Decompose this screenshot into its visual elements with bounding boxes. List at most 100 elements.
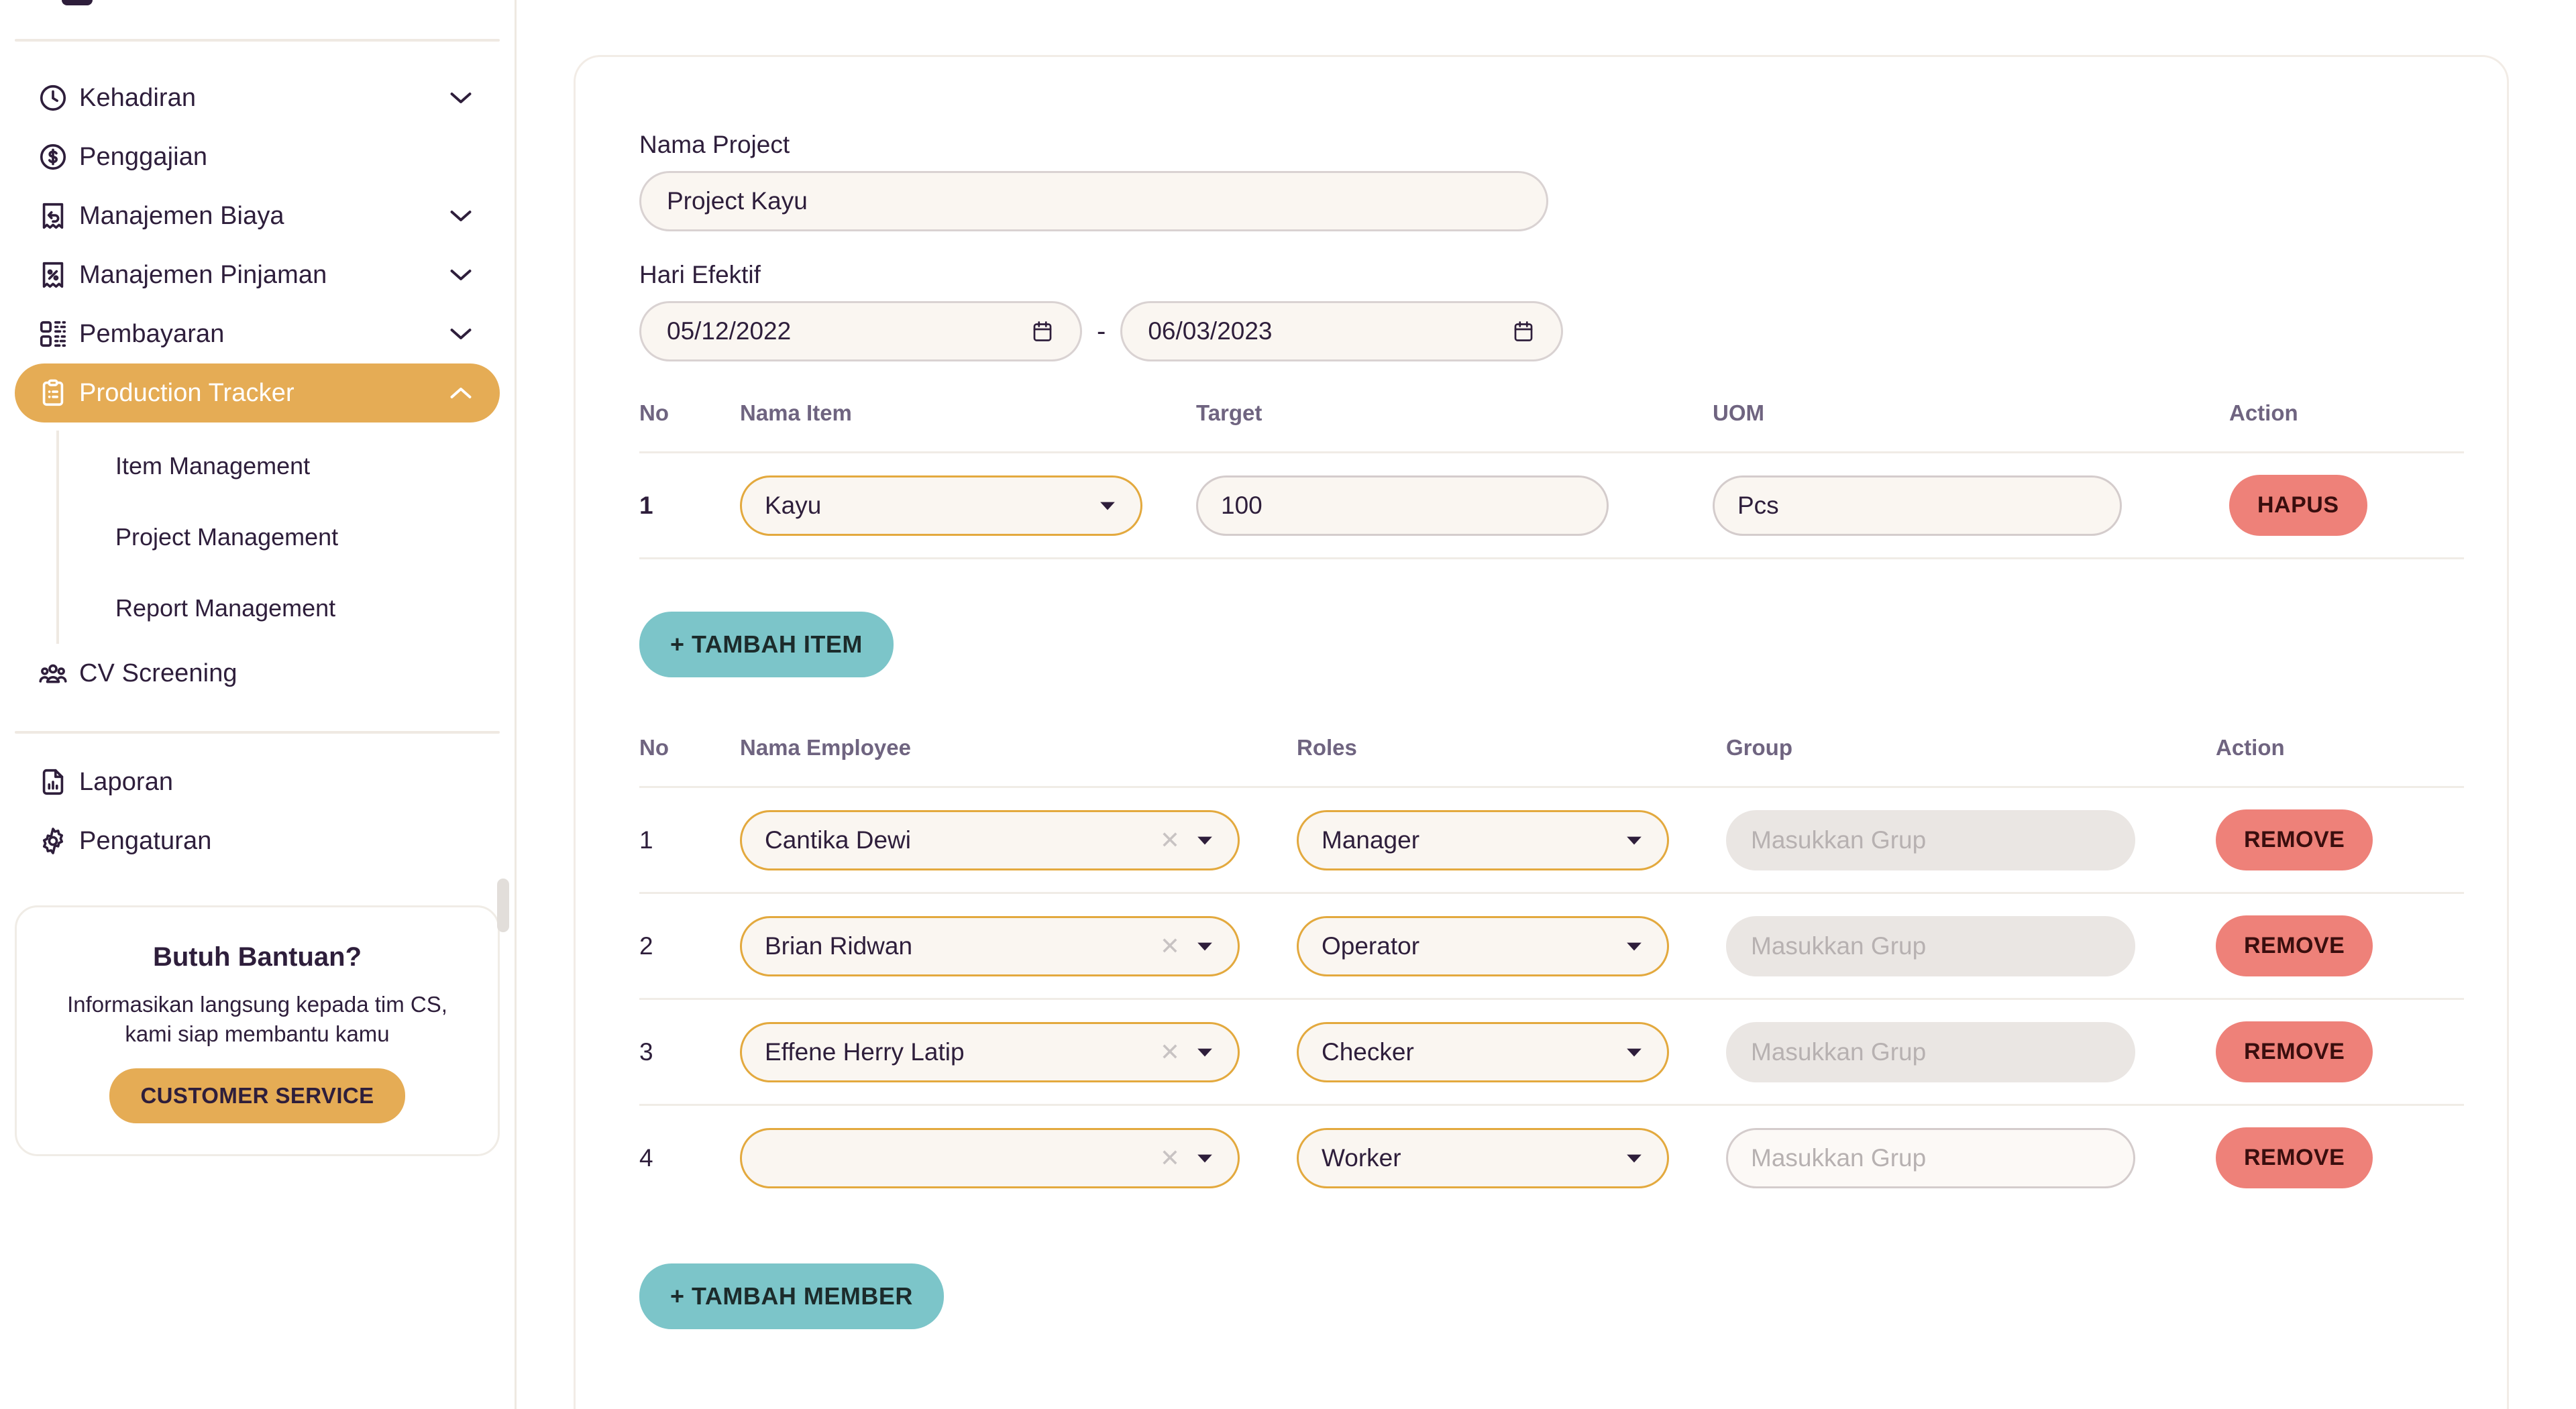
sidebar-item-pembayaran[interactable]: Pembayaran [15, 304, 500, 363]
sidebar-item-label: Kehadiran [79, 83, 197, 112]
items-col-target: Target [1196, 400, 1263, 425]
member-employee-select[interactable]: ✕ [740, 1127, 1240, 1188]
chevron-down-icon[interactable] [1624, 936, 1644, 956]
clear-icon[interactable]: ✕ [1160, 1144, 1180, 1172]
date-range-row: 05/12/2022 - 06/03/2023 [639, 301, 2507, 361]
sidebar-item-label: Penggajian [79, 142, 208, 171]
member-employee-value: Effene Herry Latip [765, 1037, 965, 1066]
member-group-input: Masukkan Grup [1726, 1021, 2135, 1082]
item-target-input[interactable]: 100 [1196, 475, 1609, 536]
sidebar-item-label: Production Tracker [79, 378, 294, 407]
start-date-value: 05/12/2022 [667, 317, 792, 345]
member-group-input: Masukkan Grup [1726, 915, 2135, 976]
member-group-placeholder: Masukkan Grup [1751, 1037, 1927, 1066]
chevron-down-icon[interactable] [1624, 830, 1644, 850]
gear-icon [38, 826, 79, 856]
chevron-down-icon[interactable] [1195, 830, 1215, 850]
item-uom-input[interactable]: Pcs [1713, 475, 2122, 536]
project-name-field-group: Nama Project [639, 131, 2507, 231]
member-remove-button[interactable]: REMOVE [2216, 1021, 2373, 1082]
chevron-down-icon[interactable] [447, 203, 474, 229]
sidebar-subitem-report-management[interactable]: Report Management [59, 573, 500, 644]
sidebar: Kehadiran Penggajian Manajemen Biaya Man… [0, 0, 517, 1409]
help-card: Butuh Bantuan? Informasikan langsung kep… [15, 905, 500, 1157]
table-row: 1 Cantika Dewi ✕ Manager Masukkan Grup R… [639, 787, 2464, 894]
sidebar-scrollbar[interactable] [497, 879, 509, 932]
member-role-select[interactable]: Manager [1297, 809, 1669, 870]
project-name-input[interactable] [639, 171, 1548, 231]
items-table: No Nama Item Target UOM Action 1 Kayu 10… [639, 400, 2464, 559]
help-card-text: Informasikan langsung kepada tim CS, kam… [67, 992, 447, 1046]
chevron-down-icon[interactable] [1624, 1148, 1644, 1168]
sidebar-subitem-item-management[interactable]: Item Management [59, 431, 500, 502]
chevron-down-icon[interactable] [1195, 936, 1215, 956]
member-remove-button[interactable]: REMOVE [2216, 915, 2373, 976]
chevron-down-icon[interactable] [1097, 496, 1118, 516]
chevron-down-icon[interactable] [1195, 1042, 1215, 1062]
items-col-nama-item: Nama Item [740, 400, 852, 425]
sidebar-subitem-label: Report Management [115, 594, 336, 622]
chevron-down-icon[interactable] [447, 262, 474, 288]
sidebar-nav: Kehadiran Penggajian Manajemen Biaya Man… [0, 68, 515, 703]
member-row-number: 2 [639, 932, 653, 960]
members-col-no: No [639, 735, 669, 760]
member-employee-select[interactable]: Brian Ridwan ✕ [740, 915, 1240, 976]
start-date-input[interactable]: 05/12/2022 [639, 301, 1082, 361]
sidebar-item-manajemen-pinjaman[interactable]: Manajemen Pinjaman [15, 245, 500, 304]
sidebar-item-label: Pembayaran [79, 319, 225, 348]
calendar-icon[interactable] [1030, 319, 1055, 344]
clipped-nav-icon-above [62, 0, 93, 5]
member-employee-select[interactable]: Cantika Dewi ✕ [740, 809, 1240, 870]
sidebar-item-production-tracker[interactable]: Production Tracker [15, 363, 500, 422]
chevron-up-icon[interactable] [447, 380, 474, 406]
sidebar-item-cv-screening[interactable]: CV Screening [15, 644, 500, 703]
chevron-down-icon[interactable] [1624, 1042, 1644, 1062]
sidebar-item-penggajian[interactable]: Penggajian [15, 127, 500, 186]
sidebar-item-manajemen-biaya[interactable]: Manajemen Biaya [15, 186, 500, 245]
effective-days-label: Hari Efektif [639, 261, 761, 288]
sidebar-item-kehadiran[interactable]: Kehadiran [15, 68, 500, 127]
clear-icon[interactable]: ✕ [1160, 826, 1180, 854]
chevron-down-icon[interactable] [447, 321, 474, 347]
dollar-circle-icon [38, 142, 79, 172]
chevron-down-icon[interactable] [447, 84, 474, 111]
receipt-refund-icon [38, 201, 79, 231]
clear-icon[interactable]: ✕ [1160, 1038, 1180, 1066]
project-name-label: Nama Project [639, 131, 790, 158]
member-group-input[interactable]: Masukkan Grup [1726, 1127, 2135, 1188]
add-item-button[interactable]: + TAMBAH ITEM [639, 612, 894, 677]
member-group-placeholder: Masukkan Grup [1751, 1143, 1927, 1172]
app-root: Kehadiran Penggajian Manajemen Biaya Man… [0, 0, 2576, 1409]
member-employee-select[interactable]: Effene Herry Latip ✕ [740, 1021, 1240, 1082]
member-employee-value: Cantika Dewi [765, 826, 911, 854]
item-delete-button[interactable]: HAPUS [2229, 475, 2367, 536]
add-member-button[interactable]: + TAMBAH MEMBER [639, 1263, 944, 1329]
table-row: 4 ✕ Worker Masukkan Grup REMOVE [639, 1105, 2464, 1210]
sidebar-item-laporan[interactable]: Laporan [15, 752, 500, 811]
member-role-value: Operator [1322, 932, 1420, 960]
customer-service-button[interactable]: CUSTOMER SERVICE [109, 1068, 405, 1124]
calendar-icon[interactable] [1511, 319, 1536, 344]
sidebar-item-pengaturan[interactable]: Pengaturan [15, 811, 500, 870]
item-name-select[interactable]: Kayu [740, 475, 1142, 536]
sidebar-subitem-project-management[interactable]: Project Management [59, 502, 500, 573]
sidebar-item-label: Laporan [79, 767, 174, 796]
sidebar-divider-top [15, 39, 500, 42]
members-col-roles: Roles [1297, 735, 1357, 760]
member-role-select[interactable]: Checker [1297, 1021, 1669, 1082]
member-remove-button[interactable]: REMOVE [2216, 809, 2373, 870]
members-table-body: 1 Cantika Dewi ✕ Manager Masukkan Grup R… [639, 787, 2464, 1210]
member-role-select[interactable]: Operator [1297, 915, 1669, 976]
sidebar-nav-bottom: Laporan Pengaturan [0, 752, 515, 870]
member-role-select[interactable]: Worker [1297, 1127, 1669, 1188]
end-date-input[interactable]: 06/03/2023 [1120, 301, 1564, 361]
members-col-action: Action [2216, 735, 2285, 760]
items-col-uom: UOM [1713, 400, 1764, 425]
clear-icon[interactable]: ✕ [1160, 932, 1180, 960]
chevron-down-icon[interactable] [1195, 1148, 1215, 1168]
members-table: No Nama Employee Roles Group Action 1 Ca… [639, 735, 2464, 1210]
member-remove-button[interactable]: REMOVE [2216, 1127, 2373, 1188]
production-tracker-submenu: Item Management Project Management Repor… [56, 431, 500, 644]
project-form-card: Nama Project Hari Efektif 05/12/2022 [574, 55, 2509, 1409]
members-table-header-row: No Nama Employee Roles Group Action [639, 735, 2464, 787]
